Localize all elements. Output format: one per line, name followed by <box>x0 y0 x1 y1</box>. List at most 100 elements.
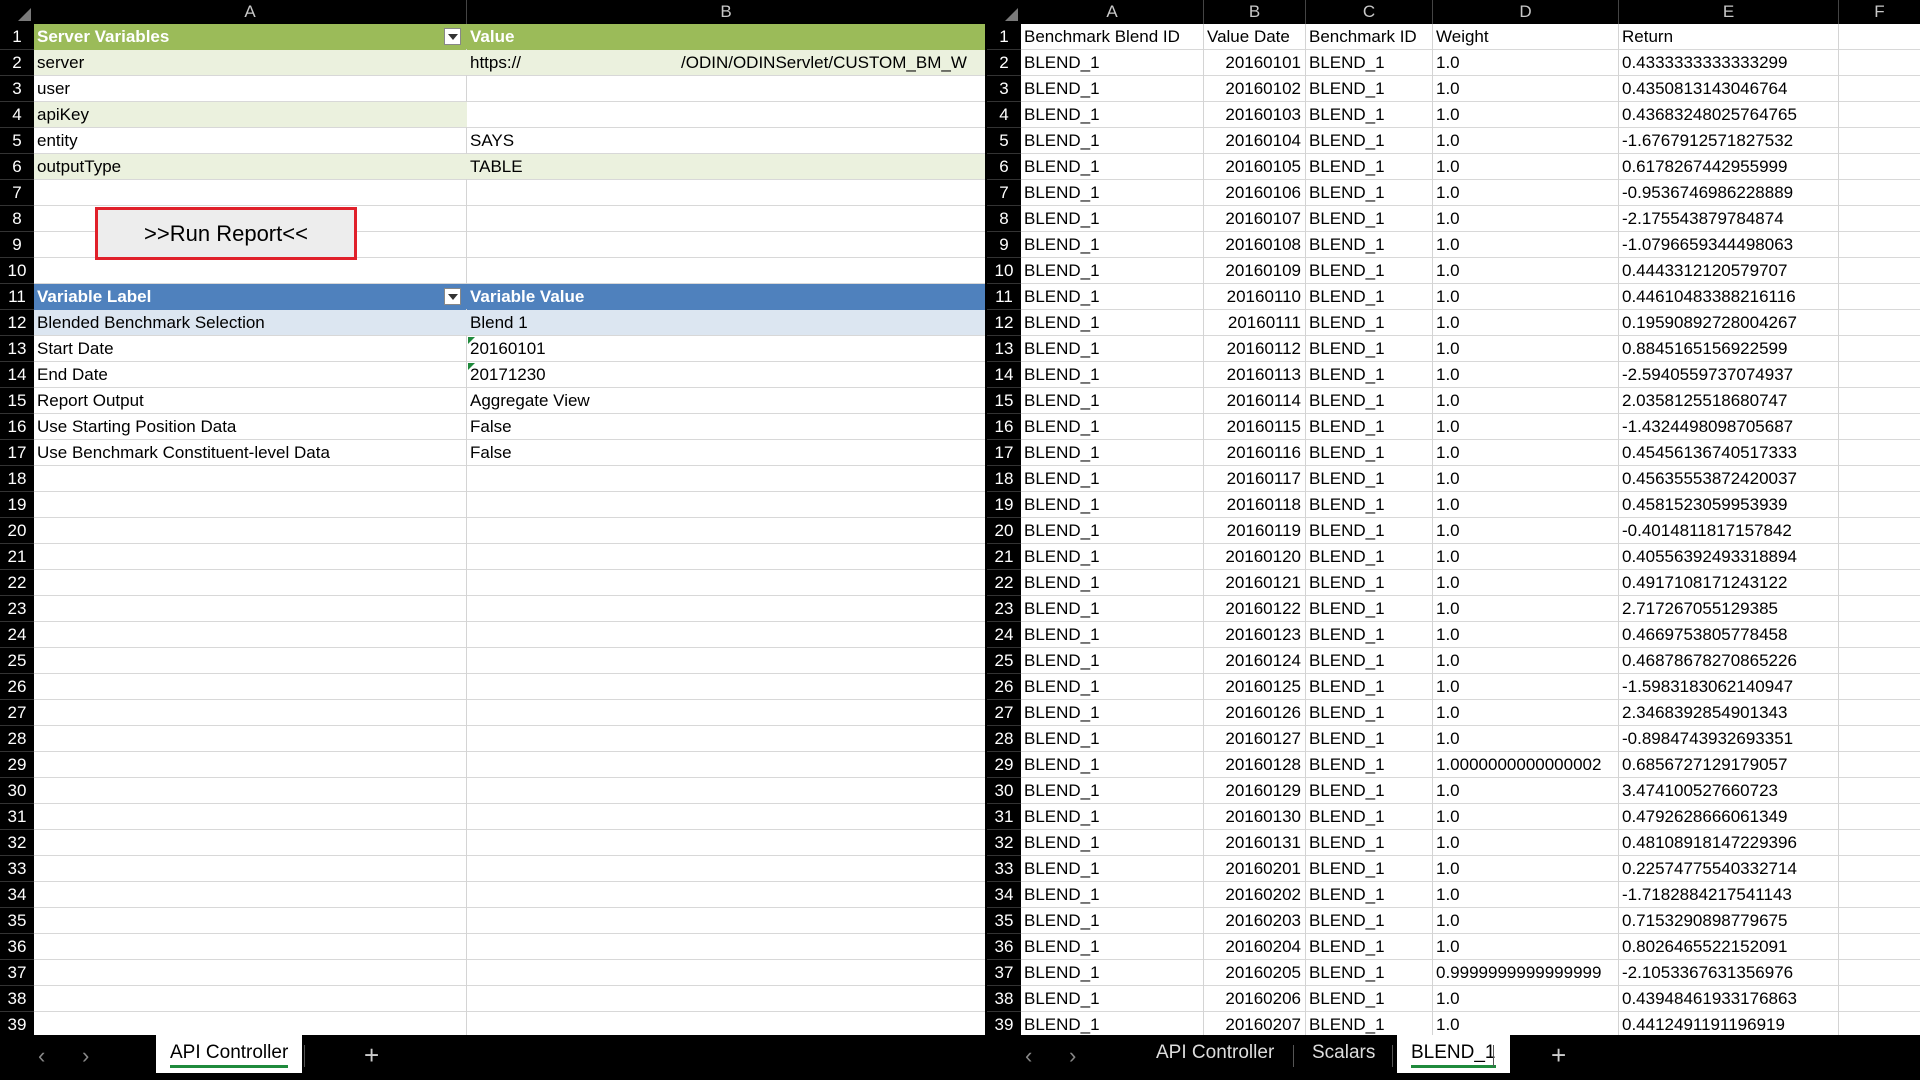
return-cell[interactable]: -2.175543879784874 <box>1619 206 1838 232</box>
variable-value-cell[interactable]: False <box>467 440 985 466</box>
row-header[interactable]: 22 <box>0 570 34 596</box>
benchmark-id-cell[interactable]: BLEND_1 <box>1306 388 1432 414</box>
return-cell[interactable]: 0.46878678270865226 <box>1619 648 1838 674</box>
value-date-cell[interactable]: 20160129 <box>1204 778 1305 804</box>
return-cell[interactable]: 0.4443312120579707 <box>1619 258 1838 284</box>
row-header[interactable]: 17 <box>987 440 1021 466</box>
row-header[interactable]: 8 <box>0 206 34 232</box>
row-header[interactable]: 25 <box>987 648 1021 674</box>
variable-value-cell[interactable]: 20160101 <box>467 336 985 362</box>
benchmark-id-cell[interactable]: BLEND_1 <box>1306 908 1432 934</box>
value-date-cell[interactable]: 20160114 <box>1204 388 1305 414</box>
benchmark-id-cell[interactable]: BLEND_1 <box>1306 778 1432 804</box>
weight-cell[interactable]: 1.0 <box>1433 128 1618 154</box>
blend-id-cell[interactable]: BLEND_1 <box>1021 778 1203 804</box>
value-date-cell[interactable]: 20160205 <box>1204 960 1305 986</box>
variable-label-cell[interactable]: Blended Benchmark Selection <box>34 310 466 336</box>
variable-value-header[interactable]: Variable Value <box>467 284 985 310</box>
weight-cell[interactable]: 1.0 <box>1433 232 1618 258</box>
row-header[interactable]: 2 <box>987 50 1021 76</box>
row-header[interactable]: 34 <box>0 882 34 908</box>
server-label-cell[interactable]: server <box>34 50 466 76</box>
return-cell[interactable]: 0.43683248025764765 <box>1619 102 1838 128</box>
benchmark-id-cell[interactable]: BLEND_1 <box>1306 258 1432 284</box>
row-header[interactable]: 5 <box>987 128 1021 154</box>
row-header[interactable]: 8 <box>987 206 1021 232</box>
benchmark-id-cell[interactable]: BLEND_1 <box>1306 986 1432 1012</box>
benchmark-id-cell[interactable]: BLEND_1 <box>1306 726 1432 752</box>
row-header[interactable]: 9 <box>987 232 1021 258</box>
weight-cell[interactable]: 1.0 <box>1433 466 1618 492</box>
row-header[interactable]: 22 <box>987 570 1021 596</box>
weight-cell[interactable]: 1.0 <box>1433 544 1618 570</box>
benchmark-id-cell[interactable]: BLEND_1 <box>1306 154 1432 180</box>
blend-id-cell[interactable]: BLEND_1 <box>1021 700 1203 726</box>
user-value-cell[interactable] <box>467 76 985 102</box>
variable-value-cell[interactable]: 20171230 <box>467 362 985 388</box>
benchmark-id-cell[interactable]: BLEND_1 <box>1306 1012 1432 1035</box>
value-date-cell[interactable]: 20160122 <box>1204 596 1305 622</box>
return-cell[interactable]: 0.8845165156922599 <box>1619 336 1838 362</box>
value-date-cell[interactable]: 20160131 <box>1204 830 1305 856</box>
blend-id-cell[interactable]: BLEND_1 <box>1021 102 1203 128</box>
left-cell-grid[interactable]: Server Variables Value server https:// /… <box>34 24 985 1035</box>
row-header[interactable]: 14 <box>0 362 34 388</box>
blend-id-cell[interactable]: BLEND_1 <box>1021 76 1203 102</box>
blend-id-cell[interactable]: BLEND_1 <box>1021 492 1203 518</box>
benchmark-id-cell[interactable]: BLEND_1 <box>1306 596 1432 622</box>
server-value-cell[interactable]: https:// <box>467 50 547 76</box>
return-cell[interactable]: 0.6856727129179057 <box>1619 752 1838 778</box>
tab-api-controller[interactable]: API Controller <box>156 1035 303 1073</box>
row-header[interactable]: 14 <box>987 362 1021 388</box>
blend-id-cell[interactable]: BLEND_1 <box>1021 544 1203 570</box>
benchmark-id-cell[interactable]: BLEND_1 <box>1306 830 1432 856</box>
blend-id-cell[interactable]: BLEND_1 <box>1021 726 1203 752</box>
row-header[interactable]: 34 <box>987 882 1021 908</box>
benchmark-id-cell[interactable]: BLEND_1 <box>1306 362 1432 388</box>
weight-cell[interactable]: 1.0 <box>1433 674 1618 700</box>
outputtype-label-cell[interactable]: outputType <box>34 154 466 180</box>
value-date-cell[interactable]: 20160112 <box>1204 336 1305 362</box>
weight-cell[interactable]: 1.0 <box>1433 700 1618 726</box>
benchmark-id-cell[interactable]: BLEND_1 <box>1306 284 1432 310</box>
weight-cell[interactable]: 1.0 <box>1433 388 1618 414</box>
return-cell[interactable]: 0.4412491191196919 <box>1619 1012 1838 1035</box>
variable-label-cell[interactable]: Use Benchmark Constituent-level Data <box>34 440 466 466</box>
blend-id-cell[interactable]: BLEND_1 <box>1021 440 1203 466</box>
blend-id-cell[interactable]: BLEND_1 <box>1021 1012 1203 1035</box>
value-date-cell[interactable]: 20160107 <box>1204 206 1305 232</box>
apikey-value-cell[interactable] <box>467 102 985 127</box>
weight-cell[interactable]: 1.0 <box>1433 414 1618 440</box>
weight-cell[interactable]: 1.0 <box>1433 986 1618 1012</box>
return-cell[interactable]: 2.0358125518680747 <box>1619 388 1838 414</box>
row-header[interactable]: 31 <box>987 804 1021 830</box>
add-sheet-button[interactable]: + <box>364 1040 379 1071</box>
value-date-cell[interactable]: 20160103 <box>1204 102 1305 128</box>
value-date-cell[interactable]: 20160115 <box>1204 414 1305 440</box>
row-header[interactable]: 9 <box>0 232 34 258</box>
variable-label-cell[interactable]: End Date <box>34 362 466 388</box>
weight-cell[interactable]: 1.0 <box>1433 76 1618 102</box>
value-date-cell[interactable]: 20160125 <box>1204 674 1305 700</box>
row-header[interactable]: 13 <box>0 336 34 362</box>
blend-id-cell[interactable]: BLEND_1 <box>1021 232 1203 258</box>
return-cell[interactable]: 0.7153290898779675 <box>1619 908 1838 934</box>
row-header[interactable]: 21 <box>987 544 1021 570</box>
weight-cell[interactable]: 1.0 <box>1433 778 1618 804</box>
row-header[interactable]: 19 <box>0 492 34 518</box>
benchmark-id-cell[interactable]: BLEND_1 <box>1306 414 1432 440</box>
benchmark-id-header[interactable]: Benchmark ID <box>1306 24 1432 50</box>
value-date-cell[interactable]: 20160117 <box>1204 466 1305 492</box>
value-date-cell[interactable]: 20160126 <box>1204 700 1305 726</box>
row-header[interactable]: 36 <box>0 934 34 960</box>
server-variables-header[interactable]: Server Variables <box>34 24 466 50</box>
weight-cell[interactable]: 1.0 <box>1433 934 1618 960</box>
value-date-cell[interactable]: 20160202 <box>1204 882 1305 908</box>
return-cell[interactable]: -0.8984743932693351 <box>1619 726 1838 752</box>
blend-id-cell[interactable]: BLEND_1 <box>1021 180 1203 206</box>
return-cell[interactable]: 0.43948461933176863 <box>1619 986 1838 1012</box>
server-path-cell[interactable]: /ODIN/ODINServlet/CUSTOM_BM_W <box>678 50 985 76</box>
tab-api-controller[interactable]: API Controller <box>1142 1035 1288 1073</box>
weight-cell[interactable]: 1.0 <box>1433 804 1618 830</box>
return-cell[interactable]: -2.1053367631356976 <box>1619 960 1838 986</box>
